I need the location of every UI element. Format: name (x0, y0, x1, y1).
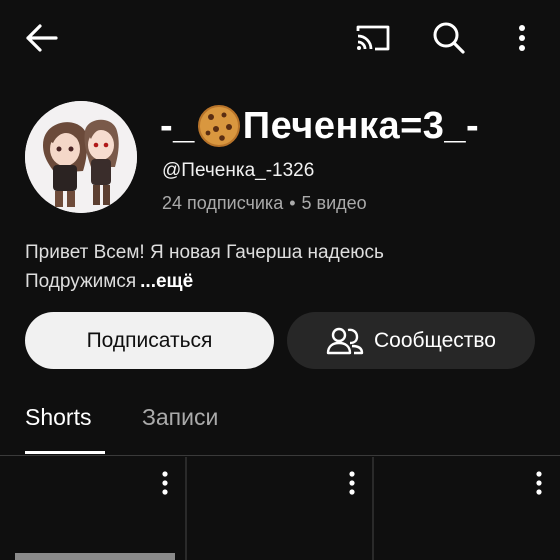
subscribe-label: Подписаться (86, 328, 213, 352)
tab-posts[interactable]: Записи (142, 396, 218, 454)
cast-icon (356, 25, 390, 51)
shorts-grid (0, 457, 560, 560)
stats-separator: • (289, 193, 296, 213)
tabs-divider (0, 455, 560, 456)
arrow-back-icon (26, 24, 58, 52)
more-vert-icon[interactable] (158, 471, 172, 495)
channel-name: -_ Печенка=3_- (160, 98, 479, 154)
search-button[interactable] (428, 18, 470, 58)
channel-name-prefix: -_ (160, 104, 195, 147)
more-vert-icon[interactable] (345, 471, 359, 495)
top-app-bar (0, 0, 560, 76)
channel-handle: @Печенка_-1326 (162, 160, 315, 181)
community-button[interactable]: Сообщество (287, 312, 535, 369)
subscriber-count: 24 подписчика (162, 193, 284, 213)
more-vert-icon (519, 25, 525, 51)
show-more-link[interactable]: ...ещё (140, 271, 193, 292)
short-tile[interactable] (0, 457, 185, 560)
back-button[interactable] (20, 18, 64, 58)
cookie-emoji-icon (197, 105, 240, 147)
channel-stats: 24 подписчика • 5 видео (162, 193, 367, 214)
subscribe-button[interactable]: Подписаться (25, 312, 274, 369)
cast-button[interactable] (352, 18, 394, 58)
short-thumbnail (15, 553, 175, 560)
people-icon (326, 327, 364, 354)
channel-tabs: Shorts Записи (0, 396, 560, 454)
bio-line-2-text: Подружимся (25, 271, 137, 292)
video-count: 5 видео (301, 193, 367, 213)
tab-shorts[interactable]: Shorts (25, 396, 91, 454)
more-vert-icon[interactable] (532, 471, 546, 495)
channel-description[interactable]: Привет Всем! Я новая Гачерша надеюсь Под… (25, 238, 535, 296)
more-options-button[interactable] (504, 18, 540, 58)
channel-avatar[interactable] (25, 101, 137, 213)
short-tile[interactable] (187, 457, 372, 560)
community-label: Сообщество (374, 328, 496, 352)
short-tile[interactable] (374, 457, 560, 560)
active-tab-indicator (25, 451, 105, 454)
grid-separator (185, 457, 187, 560)
bio-line-2: Подружимся ...ещё (25, 267, 535, 296)
avatar-image (25, 101, 137, 213)
grid-separator (372, 457, 374, 560)
bio-line-1: Привет Всем! Я новая Гачерша надеюсь (25, 242, 384, 263)
search-icon (433, 22, 465, 54)
channel-name-text: Печенка=3_- (242, 104, 480, 147)
